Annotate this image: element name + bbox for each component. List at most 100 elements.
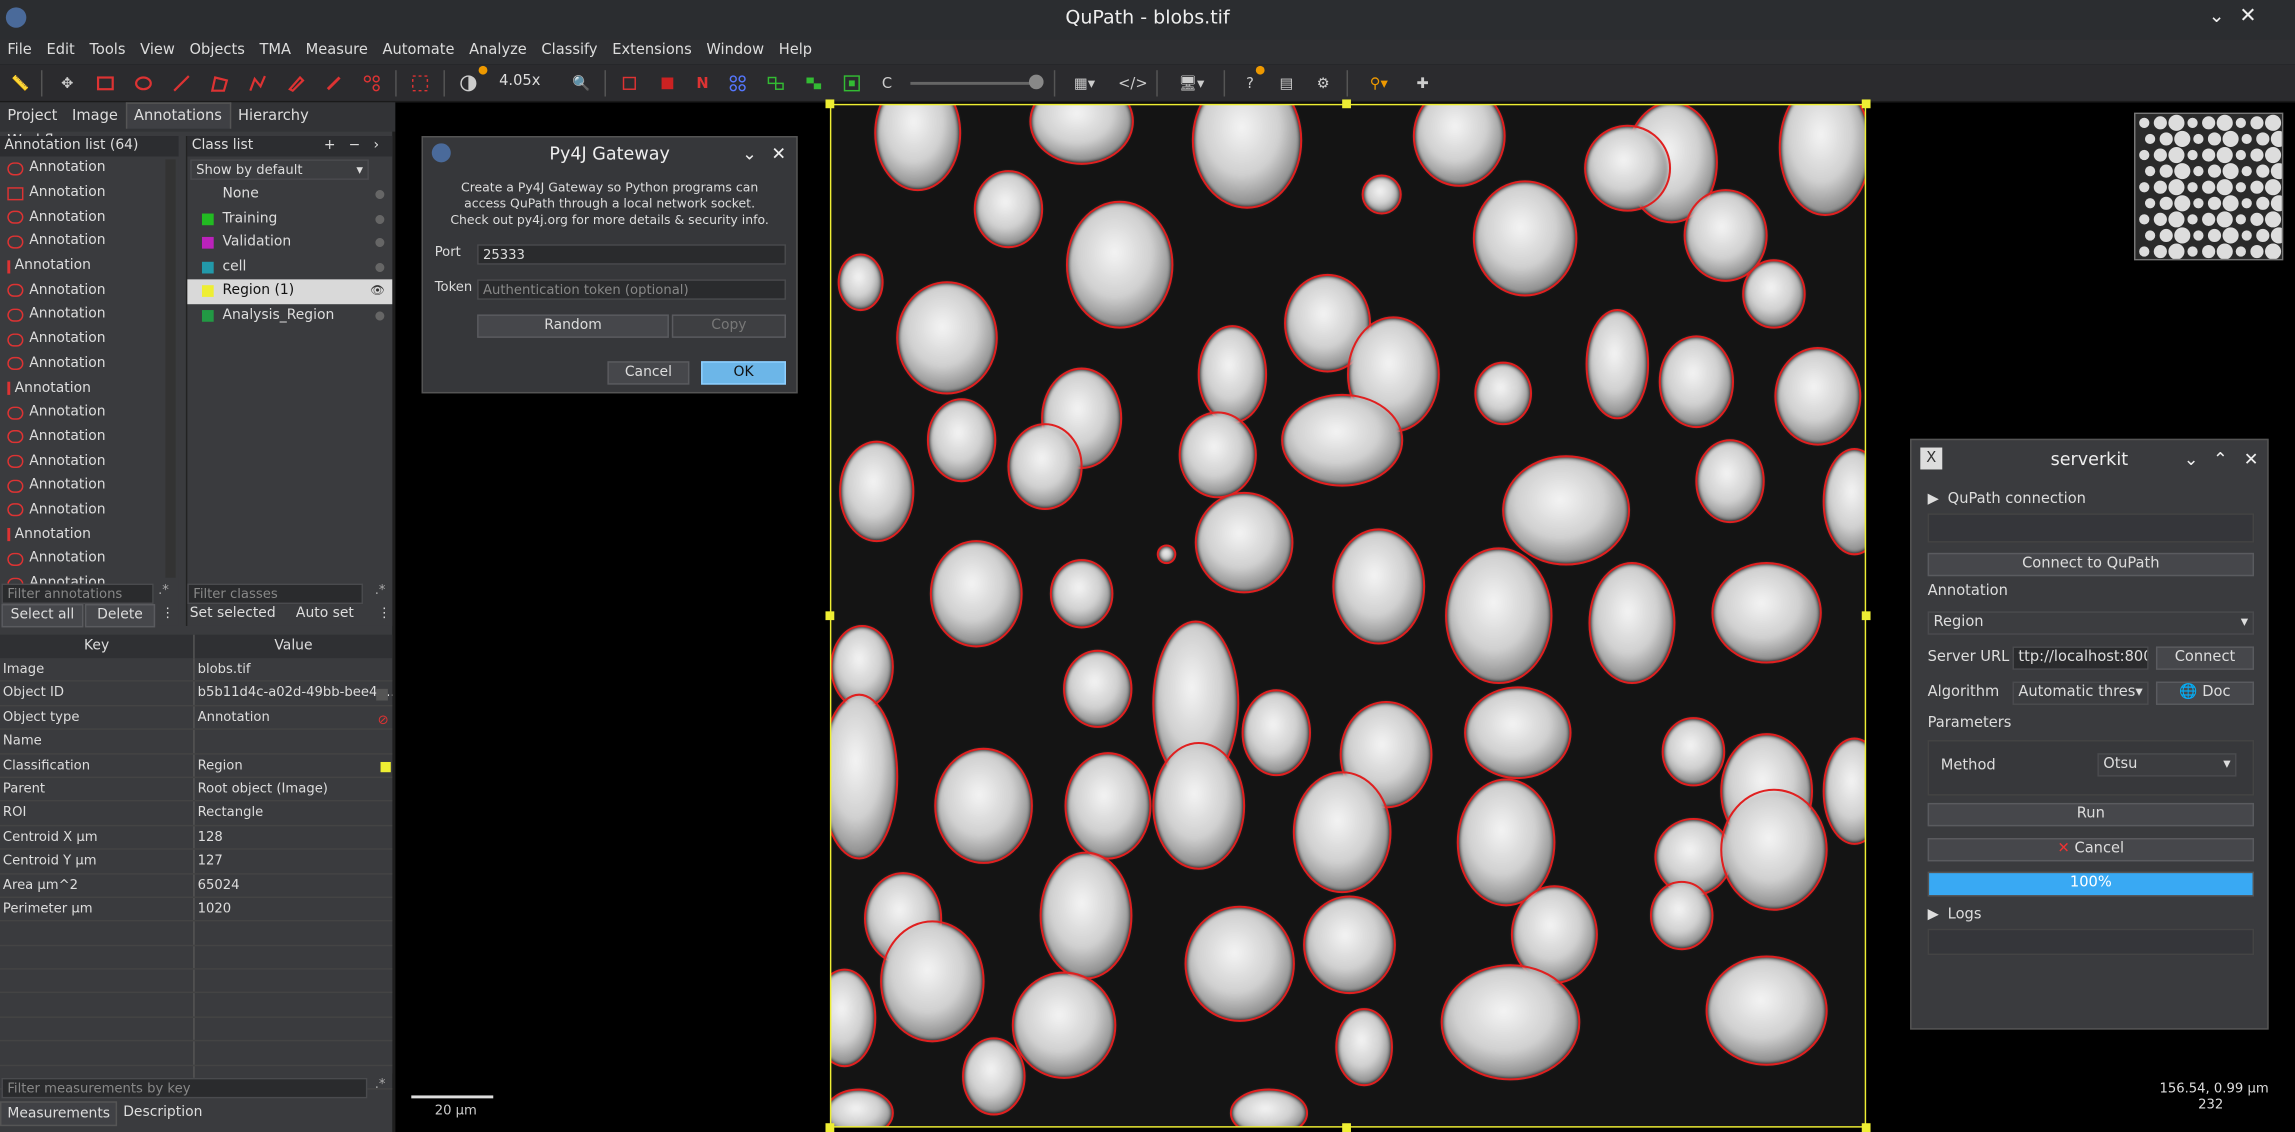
annotation-list-item[interactable]: Annotation [0, 181, 179, 205]
class-more-icon[interactable]: ⋮ [378, 607, 391, 622]
measurement-filter-options-icon[interactable]: .* [375, 1078, 386, 1093]
delete-button[interactable]: Delete [84, 604, 156, 628]
class-list-item[interactable]: Region (1) 👁 [187, 279, 393, 304]
visibility-eye-icon[interactable]: ● [375, 207, 385, 230]
fill-annotations-icon[interactable] [653, 69, 682, 98]
annotation-list-item[interactable]: Annotation [0, 156, 179, 180]
menu-measure[interactable]: Measure [298, 39, 375, 61]
show-annotations-icon[interactable] [615, 69, 644, 98]
menu-tools[interactable]: Tools [82, 39, 133, 61]
tab-measurements[interactable]: Measurements [0, 1101, 118, 1127]
table-row[interactable]: Object ID b5b11d4c-a02d-49bb-bee4-... [0, 682, 393, 707]
show-tma-icon[interactable] [723, 69, 752, 98]
menu-help[interactable]: Help [771, 39, 819, 61]
gear-icon[interactable]: ⚙ [1309, 69, 1338, 98]
points-tool-icon[interactable] [357, 69, 386, 98]
minimize-chevron-icon[interactable]: ⌄ [2209, 6, 2225, 28]
brightness-contrast-icon[interactable] [454, 69, 483, 98]
copy-button[interactable]: Copy [671, 314, 786, 338]
table-row[interactable]: Perimeter µm 1020 [0, 897, 393, 922]
handle-bottom-left[interactable] [825, 1123, 835, 1132]
annotation-list-item[interactable]: Annotation [0, 425, 179, 449]
visibility-eye-icon[interactable]: ● [375, 304, 385, 327]
annotation-list-item[interactable]: Annotation [0, 254, 179, 278]
serverkit-collapse-icon[interactable]: ⌄ [2184, 440, 2199, 478]
filter-annotations-input[interactable]: Filter annotations [1, 583, 154, 605]
doc-button[interactable]: 🌐 Doc [2155, 681, 2255, 705]
annotation-list-item[interactable]: Annotation [0, 352, 179, 376]
filter-options-icon[interactable]: .* [158, 584, 169, 599]
show-pixel-classification-icon[interactable] [837, 69, 866, 98]
show-names-icon[interactable]: N [688, 69, 717, 98]
ellipse-tool-icon[interactable] [129, 69, 158, 98]
algorithm-select[interactable]: Automatic thres ▾ [2012, 681, 2149, 705]
handle-left[interactable] [825, 611, 835, 621]
fill-detections-icon[interactable] [799, 69, 828, 98]
class-list-item[interactable]: None ● [187, 183, 392, 207]
menu-automate[interactable]: Automate [375, 39, 462, 61]
annotation-list-item[interactable]: Annotation [0, 230, 179, 254]
run-button[interactable]: Run [1927, 802, 2255, 827]
more-icon[interactable]: ⋮ [161, 607, 174, 622]
tab-project[interactable]: Project [0, 104, 65, 129]
brush-tool-icon[interactable] [281, 69, 310, 98]
port-input[interactable]: 25333 [477, 244, 786, 265]
annotation-list-item[interactable]: Annotation [0, 474, 179, 498]
viewer-display-icon[interactable]: 🖥▾ [1168, 69, 1215, 98]
filter-classes-input[interactable]: Filter classes [187, 583, 363, 605]
pipette-icon[interactable]: ⚲▾ [1357, 69, 1401, 98]
handle-top-right[interactable] [1861, 99, 1871, 109]
py4j-ok-button[interactable]: OK [701, 361, 786, 385]
visibility-eye-icon[interactable]: ● [375, 256, 385, 279]
menu-classify[interactable]: Classify [534, 39, 605, 61]
qupath-connection-section[interactable]: ▶ QuPath connection [1928, 491, 2086, 507]
handle-right[interactable] [1861, 611, 1871, 621]
menu-tma[interactable]: TMA [252, 39, 298, 61]
scrollbar[interactable] [165, 159, 176, 578]
log-icon[interactable]: ▤ [1272, 69, 1301, 98]
py4j-collapse-icon[interactable]: ⌄ [742, 137, 757, 169]
handle-top-left[interactable] [825, 99, 835, 109]
tab-annotations[interactable]: Annotations [125, 102, 231, 129]
class-list-item[interactable]: Analysis_Region ● [187, 303, 392, 327]
method-select[interactable]: Otsu ▾ [2097, 753, 2237, 777]
random-button[interactable]: Random [477, 314, 669, 338]
visibility-eye-icon[interactable]: ● [375, 231, 385, 254]
script-editor-icon[interactable]: </> [1118, 69, 1147, 98]
annotation-list-item[interactable]: Annotation [0, 547, 179, 571]
visibility-eye-icon[interactable]: 👁 [370, 280, 385, 303]
class-filter-dropdown[interactable]: Show by default ▾ [190, 159, 369, 180]
handle-bottom-right[interactable] [1861, 1123, 1871, 1132]
annotation-list-item[interactable]: Annotation [0, 205, 179, 229]
close-icon[interactable]: ✕ [2239, 4, 2256, 27]
annotation-list-item[interactable]: Annotation [0, 279, 179, 303]
tab-image[interactable]: Image [65, 104, 125, 129]
auto-set-button[interactable]: Auto set [281, 604, 369, 627]
move-tool-icon[interactable]: ✥ [53, 69, 82, 98]
annotation-list-item[interactable]: Annotation [0, 303, 179, 327]
menu-extensions[interactable]: Extensions [605, 39, 699, 61]
select-all-button[interactable]: Select all [1, 604, 84, 628]
overview-thumbnail[interactable] [2134, 112, 2284, 261]
table-row[interactable]: ROI Rectangle [0, 801, 393, 826]
polygon-tool-icon[interactable] [205, 69, 234, 98]
table-row[interactable]: Centroid X µm 128 [0, 825, 393, 850]
table-row[interactable]: Image blobs.tif [0, 658, 393, 683]
zoom-level[interactable]: 4.05x [499, 73, 540, 89]
measurement-table-icon[interactable]: ▦▾ [1064, 69, 1105, 98]
tab-hierarchy[interactable]: Hierarchy [231, 104, 316, 129]
table-row[interactable]: Classification Region [0, 754, 393, 778]
table-row[interactable]: Object type Annotation [0, 706, 393, 731]
image-viewer[interactable] [829, 103, 1867, 1128]
measure-icon[interactable]: 📏 [6, 69, 35, 98]
line-tool-icon[interactable] [167, 69, 196, 98]
menu-objects[interactable]: Objects [182, 39, 252, 61]
table-row[interactable]: Parent Root object (Image) [0, 777, 393, 802]
rectangle-tool-icon[interactable] [91, 69, 120, 98]
menu-window[interactable]: Window [699, 39, 771, 61]
connect-button[interactable]: Connect [2155, 646, 2255, 670]
table-row[interactable]: Area µm^2 65024 [0, 873, 393, 898]
py4j-close-icon[interactable]: ✕ [771, 137, 786, 169]
py4j-cancel-button[interactable]: Cancel [607, 361, 690, 385]
annotation-list-item[interactable]: Annotation [0, 401, 179, 425]
